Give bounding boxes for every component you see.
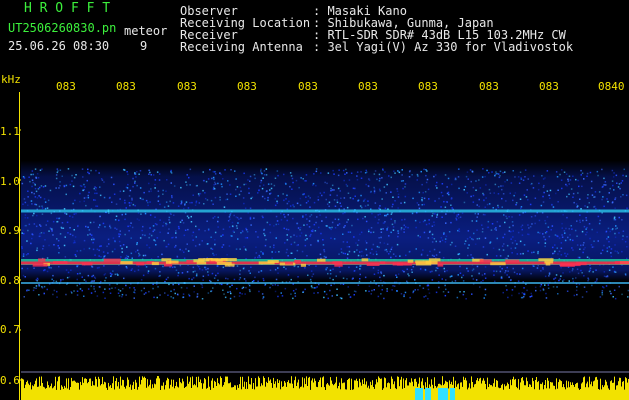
x-tick-label: 083 — [116, 80, 136, 93]
x-tick-label: 083 — [358, 80, 378, 93]
filename-label: UT2506260830.pn — [8, 21, 117, 35]
y-tick-label: 0.8 — [0, 274, 20, 287]
y-tick-label: 0.7 — [0, 323, 20, 336]
x-tick-label: 083 — [539, 80, 559, 93]
brand-title: H R O F F T — [24, 1, 111, 16]
y-tick-label: 0.9 — [0, 224, 20, 237]
spectrogram-plot — [20, 100, 629, 400]
x-tick-label: 0840 — [598, 80, 625, 93]
y-tick-label: 1.0 — [0, 175, 20, 188]
y-tick-label: 0.6 — [0, 374, 20, 387]
x-tick-label: 083 — [237, 80, 257, 93]
antenna-label: Receiving Antenna — [180, 40, 303, 54]
x-tick-label: 083 — [56, 80, 76, 93]
meteor-count: 9 — [140, 39, 148, 53]
signal-level-meter — [21, 376, 629, 400]
antenna-value: : 3el Yagi(V) Az 330 for Vladivostok — [313, 40, 574, 54]
noise-background — [21, 100, 629, 375]
unit-label: kHz — [1, 73, 21, 86]
y-tick-label: 1.1 — [0, 125, 20, 138]
x-tick-label: 083 — [177, 80, 197, 93]
meteor-label: meteor — [124, 24, 168, 38]
x-tick-label: 083 — [418, 80, 438, 93]
hrofft-spectrogram-window: H R O F F T UT2506260830.pn meteor 25.06… — [0, 0, 629, 400]
x-tick-label: 083 — [479, 80, 499, 93]
x-tick-label: 083 — [298, 80, 318, 93]
datetime-label: 25.06.26 08:30 — [8, 39, 110, 53]
